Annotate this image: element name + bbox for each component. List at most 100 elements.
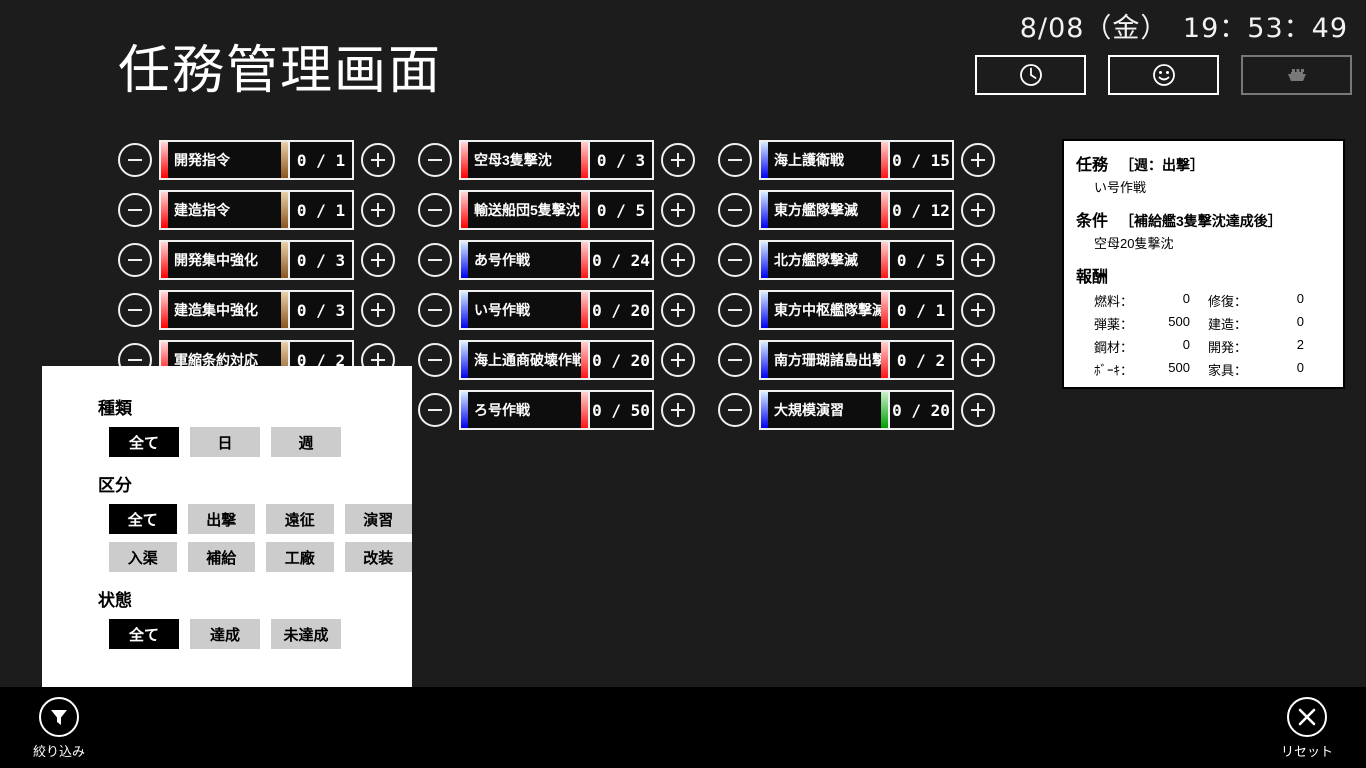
task-card[interactable]: 東方中枢艦隊撃滅 0 / 1	[759, 290, 954, 330]
increment-button[interactable]	[361, 143, 395, 177]
decrement-button[interactable]	[418, 143, 452, 177]
task-card[interactable]: 大規模演習 0 / 20	[759, 390, 954, 430]
decrement-button[interactable]	[718, 243, 752, 277]
task-card[interactable]: い号作戦 0 / 20	[459, 290, 654, 330]
progress-color-bar	[581, 192, 588, 228]
filter-option-全て[interactable]: 全て	[109, 504, 177, 534]
filter-option-未達成[interactable]: 未達成	[271, 619, 341, 649]
filter-option-達成[interactable]: 達成	[190, 619, 260, 649]
increment-button[interactable]	[661, 143, 695, 177]
reward-spacer	[1190, 360, 1208, 379]
filter-option-全て[interactable]: 全て	[109, 619, 179, 649]
filter-option-日[interactable]: 日	[190, 427, 260, 457]
increment-button[interactable]	[661, 293, 695, 327]
reward-label: 燃料：	[1094, 294, 1134, 309]
task-card[interactable]: 建造指令 0 / 1	[159, 190, 354, 230]
task-card[interactable]: 東方艦隊撃滅 0 / 12	[759, 190, 954, 230]
task-title: 空母3隻撃沈	[474, 152, 552, 168]
task-counter: 0 / 1	[888, 292, 952, 328]
task-card[interactable]: 建造集中強化 0 / 3	[159, 290, 354, 330]
decrement-button[interactable]	[718, 193, 752, 227]
filter-option-出撃[interactable]: 出撃	[187, 504, 255, 534]
reset-action-button[interactable]: リセット	[1267, 697, 1347, 760]
task-title: 南方珊瑚諸島出撃	[774, 352, 881, 368]
increment-button[interactable]	[661, 393, 695, 427]
increment-button[interactable]	[961, 243, 995, 277]
reward-spacer	[1190, 291, 1208, 310]
increment-button[interactable]	[961, 293, 995, 327]
progress-color-bar	[581, 342, 588, 378]
decrement-button[interactable]	[118, 193, 152, 227]
decrement-button[interactable]	[118, 143, 152, 177]
task-title: 大規模演習	[774, 402, 844, 418]
task-card[interactable]: 海上護衛戦 0 / 15	[759, 140, 954, 180]
filter-option-工廠[interactable]: 工廠	[266, 542, 334, 572]
task-column-2: 空母3隻撃沈 0 / 3 輸送船団5隻撃沈 0 / 5 あ号作戦 0 / 24 い号作戦 0 …	[418, 140, 718, 490]
task-card[interactable]: ろ号作戦 0 / 50	[459, 390, 654, 430]
task-title: い号作戦	[474, 302, 530, 318]
progress-color-bar	[881, 142, 888, 178]
decrement-button[interactable]	[718, 293, 752, 327]
task-title: 北方艦隊撃滅	[774, 252, 858, 268]
reward-label: 修復：	[1208, 294, 1248, 309]
task-card[interactable]: 空母3隻撃沈 0 / 3	[459, 140, 654, 180]
progress-color-bar	[581, 292, 588, 328]
clock-mode-button[interactable]	[975, 55, 1086, 95]
task-card[interactable]: 南方珊瑚諸島出撃 0 / 2	[759, 340, 954, 380]
filter-option-改装[interactable]: 改装	[344, 542, 412, 572]
filter-group-state: 状態 全て 達成 未達成	[98, 586, 412, 649]
task-row: 空母3隻撃沈 0 / 3	[418, 140, 718, 180]
task-row: 東方中枢艦隊撃滅 0 / 1	[718, 290, 1018, 330]
reward-label: ﾎﾞｰｷ：	[1094, 363, 1134, 378]
ship-mode-button[interactable]	[1241, 55, 1352, 95]
decrement-button[interactable]	[718, 143, 752, 177]
decrement-button[interactable]	[118, 293, 152, 327]
increment-button[interactable]	[361, 243, 395, 277]
decrement-button[interactable]	[718, 393, 752, 427]
category-color-bar	[461, 392, 468, 428]
mission-name: い号作戦	[1094, 180, 1147, 195]
task-card[interactable]: あ号作戦 0 / 24	[459, 240, 654, 280]
reward-value: 500	[1168, 360, 1190, 375]
face-mode-button[interactable]	[1108, 55, 1219, 95]
filter-option-週[interactable]: 週	[271, 427, 341, 457]
increment-button[interactable]	[961, 143, 995, 177]
task-row: 東方艦隊撃滅 0 / 12	[718, 190, 1018, 230]
increment-button[interactable]	[661, 343, 695, 377]
filter-group-category: 区分 全て 出撃 遠征 演習 入渠 補給 工廠 改装	[98, 471, 412, 572]
task-card[interactable]: 輸送船団5隻撃沈 0 / 5	[459, 190, 654, 230]
reward-label: 鋼材：	[1094, 340, 1134, 355]
decrement-button[interactable]	[418, 293, 452, 327]
decrement-button[interactable]	[118, 243, 152, 277]
category-color-bar	[161, 192, 168, 228]
increment-button[interactable]	[961, 193, 995, 227]
decrement-button[interactable]	[418, 343, 452, 377]
increment-button[interactable]	[661, 193, 695, 227]
task-card[interactable]: 開発集中強化 0 / 3	[159, 240, 354, 280]
reward-label: 家具：	[1208, 363, 1248, 378]
filter-action-button[interactable]: 絞り込み	[19, 697, 99, 760]
increment-button[interactable]	[661, 243, 695, 277]
filter-option-補給[interactable]: 補給	[187, 542, 255, 572]
decrement-button[interactable]	[418, 243, 452, 277]
task-card[interactable]: 海上通商破壊作戦 0 / 20	[459, 340, 654, 380]
filter-option-遠征[interactable]: 遠征	[266, 504, 334, 534]
filter-group-type: 種類 全て日週	[98, 394, 412, 457]
filter-option-入渠[interactable]: 入渠	[109, 542, 177, 572]
condition-heading: 条件 ［補給艦3隻撃沈達成後］	[1076, 207, 1331, 231]
progress-color-bar	[281, 242, 288, 278]
decrement-button[interactable]	[418, 393, 452, 427]
increment-button[interactable]	[361, 193, 395, 227]
task-title: 海上護衛戦	[774, 152, 844, 168]
decrement-button[interactable]	[418, 193, 452, 227]
increment-button[interactable]	[961, 393, 995, 427]
filter-option-演習[interactable]: 演習	[344, 504, 412, 534]
increment-button[interactable]	[361, 293, 395, 327]
funnel-icon	[39, 697, 79, 737]
mission-detail-panel: 任務 ［週：出撃］ い号作戦 条件 ［補給艦3隻撃沈達成後］ 空母20隻撃沈 報酬 …	[1062, 139, 1345, 389]
decrement-button[interactable]	[718, 343, 752, 377]
task-card[interactable]: 開発指令 0 / 1	[159, 140, 354, 180]
increment-button[interactable]	[961, 343, 995, 377]
filter-option-全て[interactable]: 全て	[109, 427, 179, 457]
task-card[interactable]: 北方艦隊撃滅 0 / 5	[759, 240, 954, 280]
